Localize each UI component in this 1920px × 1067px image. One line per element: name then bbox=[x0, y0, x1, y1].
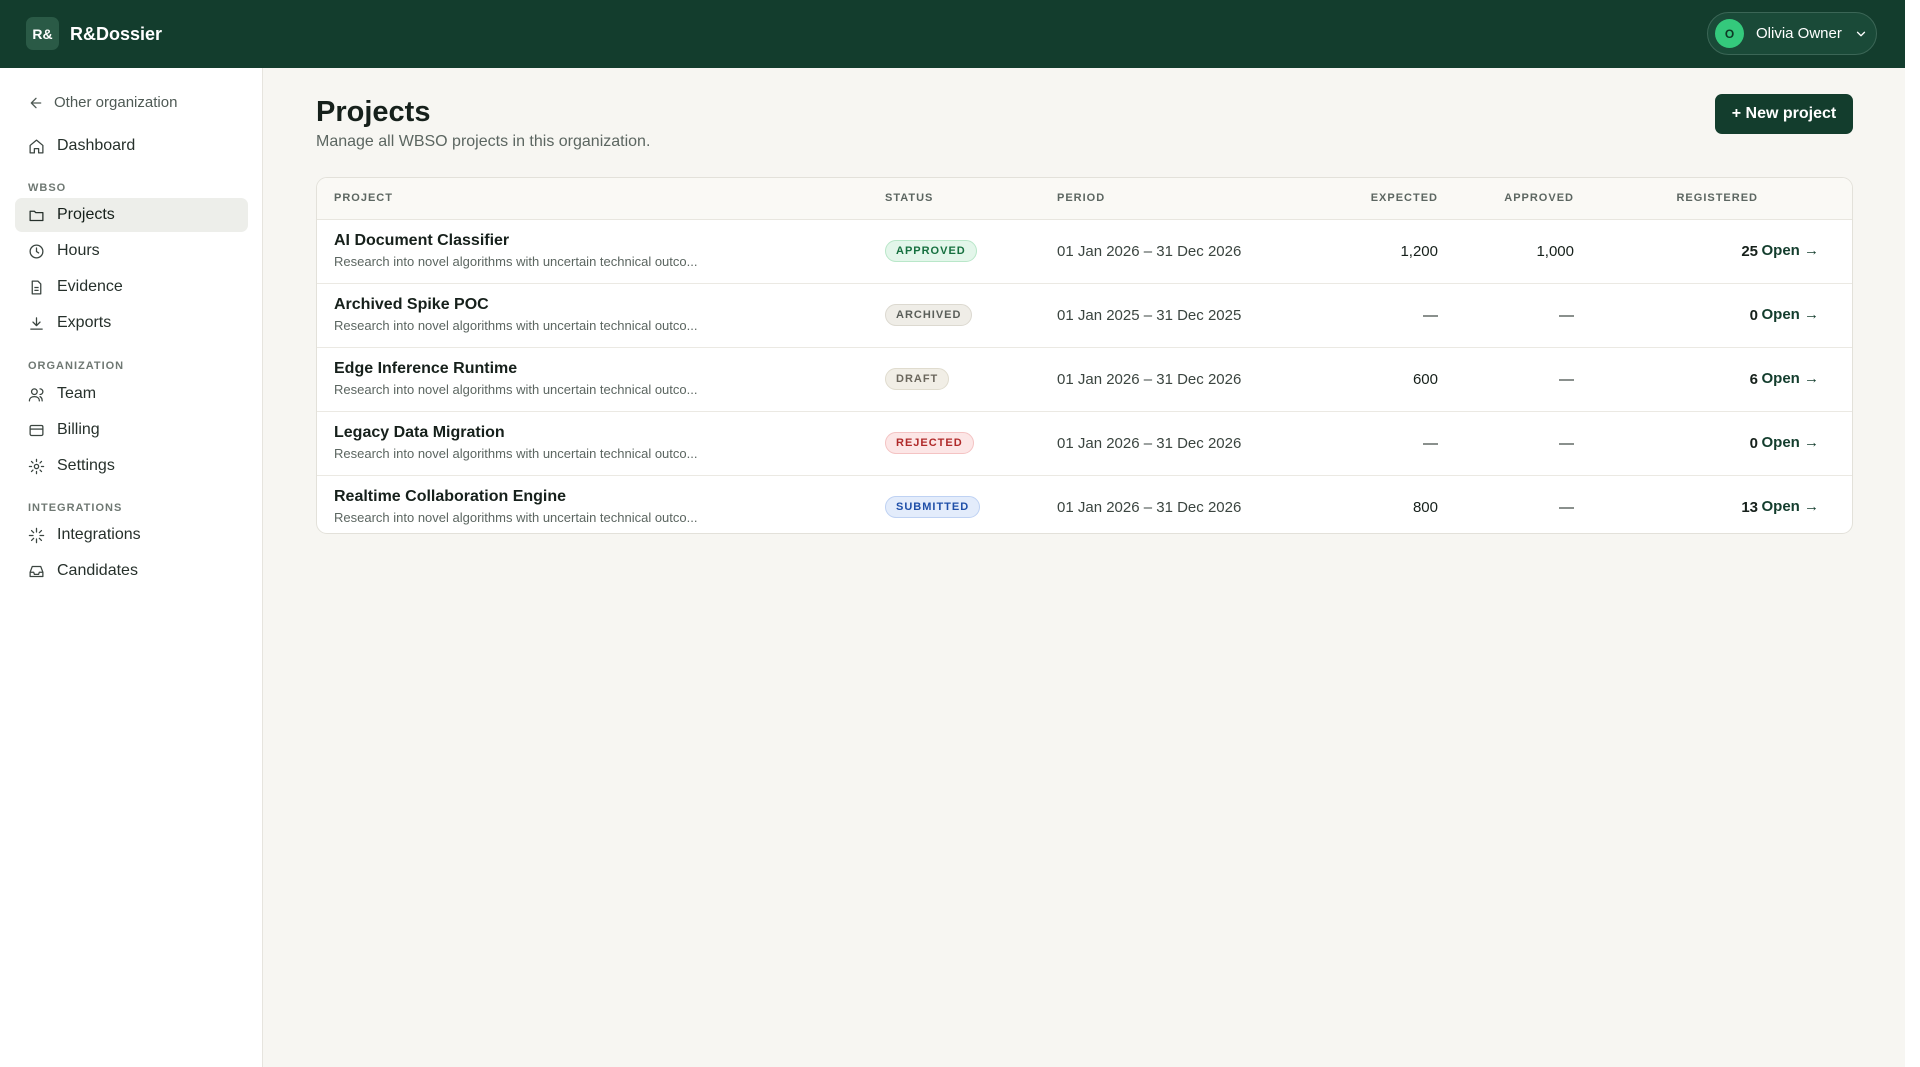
column-header-period[interactable]: PERIOD bbox=[1057, 192, 1105, 204]
gear-icon bbox=[28, 458, 45, 474]
sidebar-item-label: Projects bbox=[57, 206, 115, 223]
table-row[interactable]: Archived Spike POC Research into novel a… bbox=[317, 284, 1852, 348]
back-link-label: Other organization bbox=[54, 94, 178, 111]
open-project-link[interactable]: Open → bbox=[1719, 498, 1819, 515]
project-period: 01 Jan 2026 – 31 Dec 2026 bbox=[1057, 243, 1242, 260]
user-menu-button[interactable]: O Olivia Owner bbox=[1707, 12, 1877, 55]
status-badge: ARCHIVED bbox=[885, 304, 973, 326]
project-period: 01 Jan 2026 – 31 Dec 2026 bbox=[1057, 435, 1242, 452]
sidebar-item-candidates[interactable]: Candidates bbox=[15, 554, 248, 588]
clock-icon bbox=[29, 243, 44, 259]
main-content: Projects Manage all WBSO projects in thi… bbox=[263, 68, 1905, 1067]
chevron-down-icon bbox=[1856, 31, 1866, 36]
sidebar-item-label: Dashboard bbox=[57, 137, 136, 154]
expected-hours: — bbox=[1423, 307, 1438, 324]
status-badge: SUBMITTED bbox=[885, 496, 981, 518]
app-logo[interactable]: R& bbox=[26, 17, 59, 50]
sidebar-item-evidence[interactable]: Evidence bbox=[15, 270, 248, 304]
column-header-approved[interactable]: APPROVED bbox=[1494, 192, 1574, 204]
sidebar-item-projects[interactable]: Projects bbox=[15, 198, 248, 232]
project-period: 01 Jan 2025 – 31 Dec 2025 bbox=[1057, 307, 1242, 324]
project-name[interactable]: Edge Inference Runtime bbox=[334, 360, 517, 378]
sidebar-item-label: Exports bbox=[57, 314, 112, 331]
page-subtitle: Manage all WBSO projects in this organiz… bbox=[316, 133, 651, 150]
sidebar-item-integrations[interactable]: Integrations bbox=[15, 518, 248, 552]
sidebar-item-billing[interactable]: Billing bbox=[15, 413, 248, 447]
spark-icon bbox=[28, 527, 45, 543]
expected-hours: 800 bbox=[1412, 499, 1438, 516]
section-label-integrations: INTEGRATIONS bbox=[28, 502, 123, 514]
column-header-expected[interactable]: EXPECTED bbox=[1370, 192, 1438, 204]
top-bar: R& R&Dossier O Olivia Owner bbox=[0, 0, 1905, 68]
app-title[interactable]: R&Dossier bbox=[70, 22, 162, 46]
sidebar-item-label: Hours bbox=[57, 242, 100, 259]
page-title: Projects bbox=[316, 96, 431, 128]
section-label-organization: ORGANIZATION bbox=[28, 360, 125, 372]
expected-hours: 600 bbox=[1412, 371, 1438, 388]
arrow-left-icon bbox=[30, 97, 42, 108]
expected-hours: 1,200 bbox=[1400, 243, 1438, 260]
project-name[interactable]: Legacy Data Migration bbox=[334, 424, 505, 442]
inbox-icon bbox=[29, 565, 44, 577]
table-row[interactable]: Edge Inference Runtime Research into nov… bbox=[317, 348, 1852, 412]
sidebar-item-label: Candidates bbox=[57, 562, 138, 579]
table-row[interactable]: Legacy Data Migration Research into nove… bbox=[317, 412, 1852, 476]
open-project-link[interactable]: Open → bbox=[1719, 434, 1819, 451]
column-header-project[interactable]: PROJECT bbox=[334, 192, 393, 204]
approved-hours: — bbox=[1559, 435, 1574, 452]
new-project-button[interactable]: + New project bbox=[1715, 94, 1853, 134]
sidebar-item-label: Integrations bbox=[57, 526, 141, 543]
approved-hours: 1,000 bbox=[1536, 243, 1574, 260]
avatar: O bbox=[1715, 19, 1744, 48]
project-description: Research into novel algorithms with unce… bbox=[334, 318, 698, 333]
table-header: PROJECT STATUS PERIOD EXPECTED APPROVED … bbox=[317, 178, 1852, 220]
open-project-link[interactable]: Open → bbox=[1719, 242, 1819, 259]
status-badge: DRAFT bbox=[885, 368, 950, 390]
project-period: 01 Jan 2026 – 31 Dec 2026 bbox=[1057, 371, 1242, 388]
folder-icon bbox=[29, 210, 44, 221]
sidebar-item-label: Evidence bbox=[57, 278, 123, 295]
table-row[interactable]: AI Document Classifier Research into nov… bbox=[317, 220, 1852, 284]
column-header-status[interactable]: STATUS bbox=[885, 192, 933, 204]
sidebar-item-label: Settings bbox=[57, 457, 115, 474]
sidebar-item-dashboard[interactable]: Dashboard bbox=[15, 129, 248, 163]
credit-card-icon bbox=[29, 424, 44, 436]
user-name: Olivia Owner bbox=[1756, 25, 1842, 42]
sidebar: Other organization Dashboard WBSO Projec… bbox=[0, 68, 263, 1067]
document-icon bbox=[31, 279, 42, 295]
project-description: Research into novel algorithms with unce… bbox=[334, 446, 698, 461]
download-icon bbox=[30, 316, 43, 330]
approved-hours: — bbox=[1559, 499, 1574, 516]
sidebar-item-team[interactable]: Team bbox=[15, 377, 248, 411]
sidebar-item-label: Team bbox=[57, 385, 97, 402]
status-badge: APPROVED bbox=[885, 240, 977, 262]
status-badge: REJECTED bbox=[885, 432, 974, 454]
table-row[interactable]: Realtime Collaboration Engine Research i… bbox=[317, 476, 1852, 533]
approved-hours: — bbox=[1559, 307, 1574, 324]
column-header-registered[interactable]: REGISTERED bbox=[1638, 192, 1758, 204]
page-edge bbox=[1905, 0, 1920, 1067]
project-description: Research into novel algorithms with unce… bbox=[334, 254, 698, 269]
sidebar-item-hours[interactable]: Hours bbox=[15, 234, 248, 268]
expected-hours: — bbox=[1423, 435, 1438, 452]
home-icon bbox=[29, 138, 44, 154]
project-name[interactable]: AI Document Classifier bbox=[334, 232, 509, 250]
project-description: Research into novel algorithms with unce… bbox=[334, 510, 698, 525]
project-description: Research into novel algorithms with unce… bbox=[334, 382, 698, 397]
sidebar-item-settings[interactable]: Settings bbox=[15, 449, 248, 483]
sidebar-item-label: Billing bbox=[57, 421, 100, 438]
project-name[interactable]: Archived Spike POC bbox=[334, 296, 489, 314]
users-icon bbox=[28, 387, 44, 402]
section-label-wbso: WBSO bbox=[28, 182, 67, 194]
approved-hours: — bbox=[1559, 371, 1574, 388]
project-name[interactable]: Realtime Collaboration Engine bbox=[334, 488, 566, 506]
projects-table: PROJECT STATUS PERIOD EXPECTED APPROVED … bbox=[316, 177, 1853, 534]
open-project-link[interactable]: Open → bbox=[1719, 370, 1819, 387]
back-to-organizations-link[interactable]: Other organization bbox=[28, 94, 177, 111]
project-period: 01 Jan 2026 – 31 Dec 2026 bbox=[1057, 499, 1242, 516]
open-project-link[interactable]: Open → bbox=[1719, 306, 1819, 323]
sidebar-item-exports[interactable]: Exports bbox=[15, 306, 248, 340]
